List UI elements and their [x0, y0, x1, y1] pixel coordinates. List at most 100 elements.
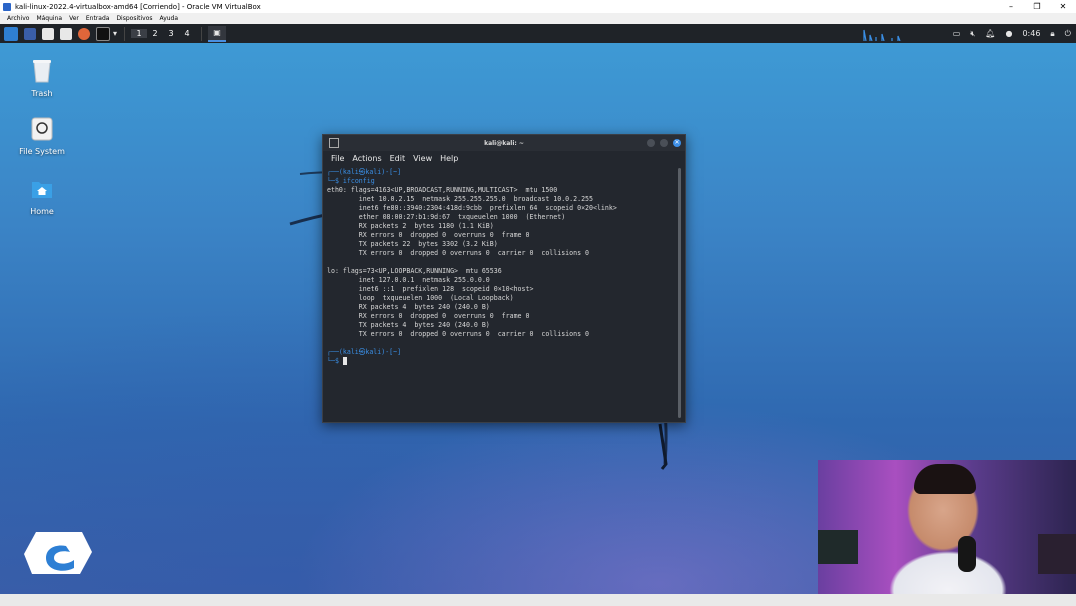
cpu-graph — [863, 29, 901, 41]
host-window-controls: – ❐ ✕ — [998, 2, 1076, 11]
terminal-scrollbar[interactable] — [678, 168, 681, 418]
output-line: inet6 fe80::3940:2304:418d:9cbb prefixle… — [327, 204, 617, 212]
maximize-button[interactable]: ❐ — [1024, 2, 1050, 11]
menu-view[interactable]: View — [413, 154, 432, 163]
terminal-title-bar[interactable]: kali@kali: ~ ✕ — [323, 135, 685, 151]
drive-icon — [31, 117, 53, 141]
output-line: TX errors 0 dropped 0 overruns 0 carrier… — [327, 249, 590, 257]
menu-edit[interactable]: Edit — [390, 154, 406, 163]
terminal-output[interactable]: ┌──(kali㉿kali)-[~] └─$ ifconfig eth0: flag… — [327, 168, 675, 418]
virtualbox-icon — [3, 2, 11, 11]
output-line: ether 08:00:27:b1:9d:67 txqueuelen 1000 … — [327, 213, 566, 221]
background-shelf — [1038, 534, 1076, 574]
menu-ayuda[interactable]: Ayuda — [160, 15, 179, 22]
host-menu-bar: Archivo Máquina Ver Entrada Dispositivos… — [0, 13, 1076, 24]
ifconfig-output: eth0: flags=4163<UP,BROADCAST,RUNNING,MU… — [327, 186, 675, 339]
desktop-icon-label: Trash — [31, 89, 53, 98]
menu-entrada[interactable]: Entrada — [86, 15, 110, 22]
prompt-line: ┌──(kali㉿kali)-[~] — [327, 348, 675, 357]
top-panel: ▾ 1 2 3 4 ▣ ▭ 🔇︎ 🔔︎ ● 0:46 🔒︎ ⏻ — [0, 24, 1076, 43]
display-icon[interactable]: ▭ — [953, 29, 961, 38]
terminal-launcher-icon[interactable] — [96, 26, 110, 41]
guest-desktop: ▾ 1 2 3 4 ▣ ▭ 🔇︎ 🔔︎ ● 0:46 🔒︎ ⏻ Trash Fi… — [0, 24, 1076, 594]
menu-archivo[interactable]: Archivo — [7, 15, 29, 22]
terminal-window[interactable]: kali@kali: ~ ✕ File Actions Edit View He… — [322, 134, 686, 423]
menu-file[interactable]: File — [331, 154, 344, 163]
minimize-button[interactable]: – — [998, 2, 1024, 11]
power-icon[interactable]: ● — [1005, 29, 1012, 38]
show-desktop-icon[interactable] — [24, 27, 36, 40]
output-line: inet 10.0.2.15 netmask 255.255.255.0 bro… — [327, 195, 593, 203]
home-folder-icon — [32, 182, 52, 198]
output-line: TX errors 0 dropped 0 overruns 0 carrier… — [327, 330, 590, 338]
panel-separator — [124, 26, 125, 41]
maximize-button[interactable] — [660, 139, 668, 147]
close-button[interactable]: ✕ — [673, 139, 681, 147]
prompt-user: (kali㉿kali)-[~] — [338, 168, 402, 176]
text-editor-icon[interactable] — [60, 27, 72, 40]
prompt-user: (kali㉿kali)-[~] — [338, 348, 402, 356]
prompt-frame: ┌── — [327, 168, 339, 176]
system-tray: ▭ 🔇︎ 🔔︎ ● 0:46 🔒︎ ⏻ — [948, 24, 1076, 43]
prompt-frame: └─ — [327, 177, 335, 185]
firefox-icon[interactable] — [78, 27, 90, 40]
minimize-button[interactable] — [647, 139, 655, 147]
host-window-title: kali-linux-2022.4-virtualbox-amd64 [Corr… — [15, 2, 261, 11]
prompt-frame: └─ — [327, 357, 335, 365]
output-line: RX errors 0 dropped 0 overruns 0 frame 0 — [327, 231, 530, 239]
output-line: RX errors 0 dropped 0 overruns 0 frame 0 — [327, 312, 530, 320]
output-line: inet 127.0.0.1 netmask 255.0.0.0 — [327, 276, 490, 284]
terminal-menu-bar: File Actions Edit View Help — [323, 151, 685, 166]
workspace-2[interactable]: 2 — [147, 29, 163, 38]
desktop-icon-home[interactable]: Home — [12, 176, 72, 216]
prompt-line: ┌──(kali㉿kali)-[~] — [327, 168, 675, 177]
workspace-4[interactable]: 4 — [179, 29, 195, 38]
output-line: TX packets 22 bytes 3302 (3.2 KiB) — [327, 240, 498, 248]
kali-menu-icon[interactable] — [4, 26, 18, 41]
output-line: RX packets 4 bytes 240 (240.0 B) — [327, 303, 490, 311]
output-line: TX packets 4 bytes 240 (240.0 B) — [327, 321, 490, 329]
panel-separator — [201, 26, 202, 41]
close-button[interactable]: ✕ — [1050, 2, 1076, 11]
workspace-1[interactable]: 1 — [131, 29, 147, 38]
prompt-frame: ┌── — [327, 348, 339, 356]
chevron-down-icon[interactable]: ▾ — [112, 28, 118, 40]
taskbar-terminal-button[interactable]: ▣ — [208, 25, 226, 42]
menu-ver[interactable]: Ver — [69, 15, 79, 22]
output-line: inet6 ::1 prefixlen 128 scopeid 0×10<hos… — [327, 285, 534, 293]
volume-muted-icon[interactable]: 🔇︎ — [970, 29, 975, 39]
menu-dispositivos[interactable]: Dispositivos — [116, 15, 152, 22]
command-text: ifconfig — [342, 177, 375, 185]
prompt-dollar: $ — [334, 357, 339, 365]
host-status-bar — [0, 594, 1076, 606]
trash-icon — [33, 60, 51, 83]
notification-bell-icon[interactable]: 🔔︎ — [985, 29, 995, 38]
desktop-icon-label: Home — [30, 207, 54, 216]
prompt-dollar: $ — [334, 177, 339, 185]
desktop-icon-label: File System — [19, 147, 65, 156]
webcam-overlay — [818, 460, 1076, 594]
text-cursor — [342, 357, 347, 365]
logout-icon[interactable]: ⏻ — [1065, 29, 1071, 39]
output-line: lo: flags=73<UP,LOOPBACK,RUNNING> mtu 65… — [327, 267, 502, 275]
output-line: RX packets 2 bytes 1180 (1.1 KiB) — [327, 222, 494, 230]
menu-help[interactable]: Help — [440, 154, 458, 163]
background-monitor — [818, 530, 858, 564]
file-manager-icon[interactable] — [42, 27, 54, 40]
microphone — [958, 536, 976, 572]
desktop-icon-file-system[interactable]: File System — [12, 116, 72, 156]
menu-actions[interactable]: Actions — [352, 154, 381, 163]
workspace-3[interactable]: 3 — [163, 29, 179, 38]
clock[interactable]: 0:46 — [1022, 29, 1040, 38]
terminal-title: kali@kali: ~ — [484, 139, 524, 147]
channel-logo — [24, 532, 92, 574]
output-line: loop txqueuelen 1000 (Local Loopback) — [327, 294, 514, 302]
menu-maquina[interactable]: Máquina — [36, 15, 62, 22]
host-title-bar: kali-linux-2022.4-virtualbox-amd64 [Corr… — [0, 0, 1076, 14]
lock-icon[interactable]: 🔒︎ — [1050, 29, 1054, 39]
presenter-hair — [914, 464, 976, 494]
command-line: └─$ — [327, 357, 675, 366]
desktop-icon-trash[interactable]: Trash — [12, 58, 72, 98]
